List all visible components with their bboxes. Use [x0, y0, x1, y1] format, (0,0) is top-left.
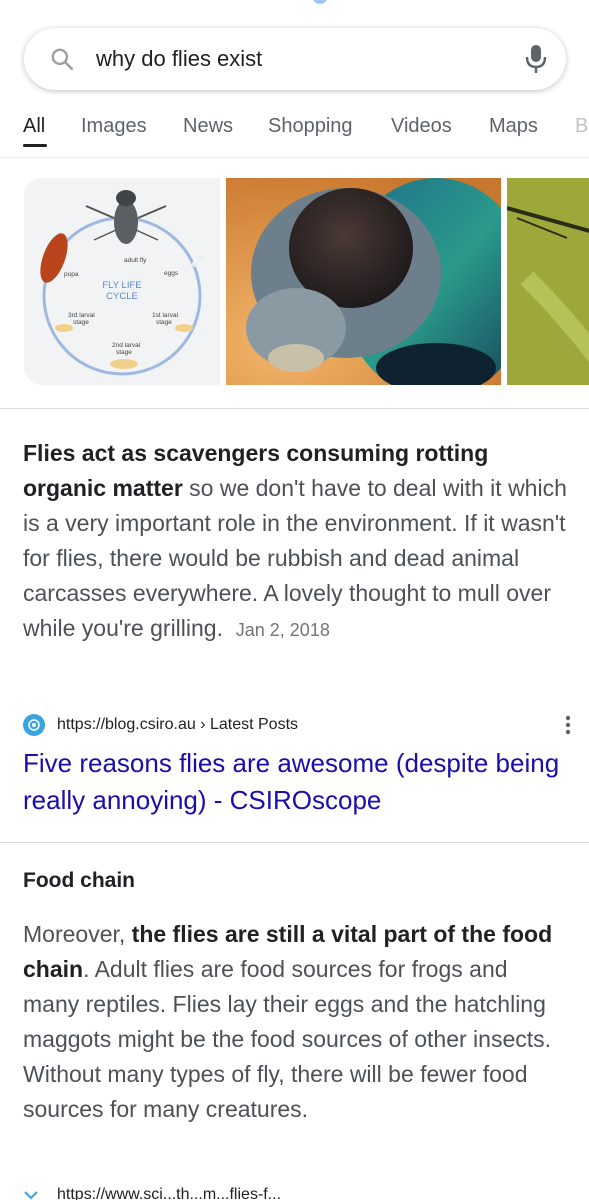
tab-all[interactable]: All [23, 115, 45, 138]
active-tab-indicator [23, 144, 47, 147]
result-title-link[interactable]: Five reasons flies are awesome (despite … [23, 745, 563, 819]
section-text: Moreover, the flies are still a vital pa… [23, 917, 568, 1127]
tab-news[interactable]: News [183, 115, 233, 138]
image-carousel: adult fly eggs pupa FLY LIFE CYCLE 3rd l… [24, 178, 589, 386]
life-cycle-title-2: CYCLE [106, 291, 138, 302]
loading-indicator [312, 0, 328, 4]
label-adult-fly: adult fly [124, 257, 147, 264]
section-heading[interactable]: Food chain [23, 869, 135, 893]
source-url[interactable]: https://blog.csiro.au › Latest Posts [57, 716, 298, 734]
top-bar-edge [0, 0, 589, 6]
image-fly-on-plant[interactable] [507, 178, 589, 385]
label-pupa: pupa [64, 271, 79, 278]
csiro-favicon-icon [23, 714, 45, 736]
microphone-icon[interactable] [506, 28, 566, 90]
next-result-peek[interactable]: https://www.sci...th...m...flies-f... [23, 1187, 568, 1200]
search-tabs: All Images News Shopping Videos Maps B [0, 110, 589, 158]
divider [0, 408, 589, 409]
search-box[interactable]: why do flies exist [24, 28, 566, 90]
result-source[interactable]: https://blog.csiro.au › Latest Posts [23, 712, 571, 738]
label-3rd-larval: 3rd larval [68, 312, 95, 319]
search-input[interactable]: why do flies exist [88, 46, 506, 72]
tab-shopping[interactable]: Shopping [268, 115, 353, 138]
search-icon[interactable] [24, 28, 88, 90]
tab-maps[interactable]: Maps [489, 115, 538, 138]
label-2nd-larval: 2nd larval [112, 342, 141, 349]
tab-books[interactable]: B [575, 115, 588, 138]
next-result-url[interactable]: https://www.sci...th...m...flies-f... [57, 1187, 281, 1200]
more-options-icon[interactable] [564, 714, 572, 741]
label-2nd-stage: stage [116, 349, 132, 356]
section-text-before: Moreover, [23, 921, 132, 947]
image-fly-life-cycle[interactable]: adult fly eggs pupa FLY LIFE CYCLE 3rd l… [24, 178, 220, 385]
label-3rd-stage: stage [73, 319, 89, 326]
image-fly-closeup[interactable] [226, 178, 501, 385]
snippet-date: Jan 2, 2018 [235, 620, 330, 640]
label-1st-stage: stage [156, 319, 172, 326]
label-eggs: eggs [164, 270, 179, 277]
tab-images[interactable]: Images [81, 115, 147, 138]
featured-snippet-text: Flies act as scavengers consuming rottin… [23, 436, 568, 648]
life-cycle-title-1: FLY LIFE [102, 280, 141, 291]
label-1st-larval: 1st larval [152, 312, 179, 319]
next-result-favicon-icon [23, 1190, 45, 1200]
section-text-after: . Adult flies are food sources for frogs… [23, 956, 552, 1122]
tab-videos[interactable]: Videos [391, 115, 452, 138]
divider [0, 842, 589, 843]
